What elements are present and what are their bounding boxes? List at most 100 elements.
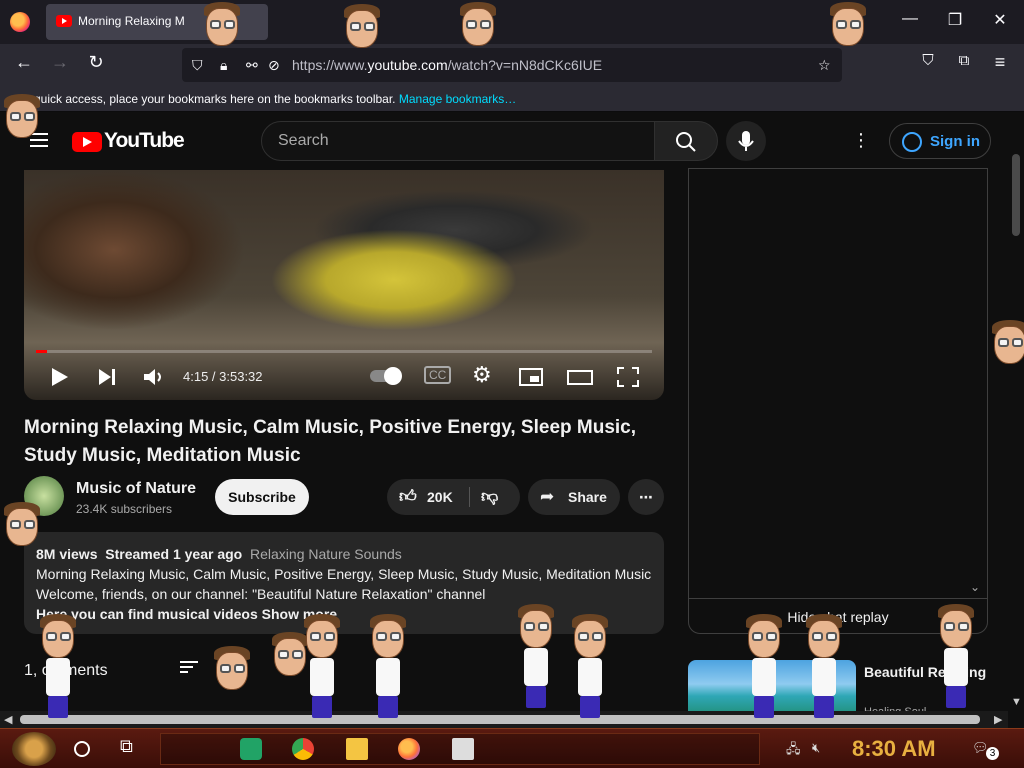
cortana-circle-icon[interactable] xyxy=(74,741,90,757)
youtube-favicon-icon xyxy=(56,15,72,27)
share-button[interactable]: ➦ Share xyxy=(528,479,620,515)
url-text[interactable]: https://www.youtube.com/watch?v=nN8dCKc6… xyxy=(292,57,602,73)
scroll-down-arrow-icon[interactable]: ▼ xyxy=(1011,696,1022,708)
file-explorer-icon[interactable] xyxy=(346,738,368,760)
forward-arrow-icon[interactable]: → xyxy=(48,52,72,73)
autoplay-toggle[interactable] xyxy=(370,367,402,385)
recommendation-title[interactable]: Beautiful Relaxing xyxy=(864,662,1004,682)
shield-icon[interactable]: ⛉ xyxy=(192,57,203,74)
search-icon xyxy=(676,132,696,152)
subscriber-count: 23.4K subscribers xyxy=(76,502,173,516)
back-arrow-icon[interactable]: ← xyxy=(12,52,36,73)
search-button[interactable] xyxy=(654,121,718,161)
scroll-right-arrow-icon[interactable]: ▶ xyxy=(994,713,1002,726)
autoplay-blocked-icon[interactable]: ⊘ xyxy=(268,57,280,74)
maximize-button[interactable]: ❐ xyxy=(945,10,965,30)
pocket-icon[interactable]: ⛉ xyxy=(916,52,940,69)
description-tag[interactable]: Relaxing Nature Sounds xyxy=(250,546,402,562)
vertical-scroll-thumb[interactable] xyxy=(1012,154,1020,236)
like-dislike-group: 👍︎ 20K 👎︎ xyxy=(387,479,520,515)
taskbar: ⧉ 🖧︎ 🔇︎ 8:30 AM 💬︎ 3 xyxy=(0,728,1024,768)
cartoon-sprite xyxy=(988,318,1024,370)
cartoon-sprite xyxy=(802,612,846,718)
start-button[interactable] xyxy=(12,732,56,766)
extensions-icon[interactable]: ⧉ xyxy=(952,52,976,69)
app-menu-icon[interactable]: ≡ xyxy=(988,52,1012,73)
bookmark-star-icon[interactable]: ☆ xyxy=(818,57,831,74)
description-meta: 8M views Streamed 1 year ago Relaxing Na… xyxy=(36,546,402,562)
miniplayer-icon[interactable] xyxy=(518,366,544,388)
youtube-logo-icon[interactable] xyxy=(72,132,102,152)
description-line: Here you can find musical videos Show mo… xyxy=(36,606,338,622)
volume-icon[interactable] xyxy=(142,366,166,388)
cartoon-sprite xyxy=(200,0,244,52)
cartoon-sprite xyxy=(514,602,558,708)
cartoon-sprite xyxy=(210,644,254,696)
video-title: Morning Relaxing Music, Calm Music, Posi… xyxy=(24,417,637,466)
search-input[interactable]: Search xyxy=(261,121,655,161)
browser-tab-strip: Morning Relaxing M — ❐ ✕ xyxy=(0,0,1024,44)
description-line: Morning Relaxing Music, Calm Music, Posi… xyxy=(36,566,652,582)
browser-navbar: ← → ↻ ⛉ 🔒︎ ⚯ ⊘ https://www.youtube.com/w… xyxy=(0,44,1024,86)
reload-icon[interactable]: ↻ xyxy=(84,52,108,73)
calculator-icon[interactable] xyxy=(452,738,474,760)
cartoon-sprite xyxy=(300,612,344,718)
youtube-logo-text[interactable]: YouTube xyxy=(104,129,185,153)
like-icon[interactable]: 👍︎ xyxy=(399,479,417,515)
bookmarks-toolbar: quick access, place your bookmarks here … xyxy=(0,86,1024,112)
firefox-taskbar-icon[interactable] xyxy=(398,738,420,760)
cartoon-sprite xyxy=(340,2,384,54)
bookmarks-hint: quick access, place your bookmarks here … xyxy=(34,92,517,106)
cartoon-sprite xyxy=(36,612,80,718)
tab-title: Morning Relaxing M xyxy=(78,14,185,28)
cartoon-sprite xyxy=(0,92,44,144)
cartoon-sprite xyxy=(456,0,500,52)
progress-bar[interactable] xyxy=(36,350,652,353)
subscribe-button[interactable]: Subscribe xyxy=(215,479,309,515)
like-count[interactable]: 20K xyxy=(427,479,453,515)
play-icon[interactable] xyxy=(48,366,70,388)
horizontal-scrollbar[interactable]: ◀ ▶ xyxy=(0,711,1008,728)
voice-search-button[interactable] xyxy=(726,121,766,161)
video-player[interactable]: 4:15 / 3:53:32 CC ⚙ xyxy=(24,170,664,400)
captions-icon[interactable]: CC xyxy=(424,366,452,384)
settings-gear-icon[interactable]: ⚙ xyxy=(472,362,492,388)
more-actions-button[interactable]: ⋯ xyxy=(628,479,664,515)
sign-in-button[interactable]: Sign in xyxy=(889,123,991,159)
close-window-button[interactable]: ✕ xyxy=(990,10,1010,30)
cartoon-sprite xyxy=(742,612,786,718)
sign-in-label: Sign in xyxy=(930,133,980,150)
theater-mode-icon[interactable] xyxy=(566,366,594,388)
chrome-icon[interactable] xyxy=(292,738,314,760)
description-line: Welcome, friends, on our channel: "Beaut… xyxy=(36,586,486,602)
volume-muted-icon[interactable]: 🔇︎ xyxy=(812,740,820,756)
share-icon: ➦ xyxy=(540,487,555,506)
share-label: Share xyxy=(568,489,607,505)
settings-kebab-icon[interactable]: ⋮ xyxy=(852,130,870,151)
cartoon-sprite xyxy=(568,612,612,718)
cartoon-sprite xyxy=(0,500,44,552)
progress-fill xyxy=(36,350,48,353)
fullscreen-icon[interactable] xyxy=(616,366,640,388)
manage-bookmarks-link[interactable]: Manage bookmarks… xyxy=(399,92,516,106)
taskbar-clock[interactable]: 8:30 AM xyxy=(852,736,936,762)
network-icon[interactable]: 🖧︎ xyxy=(786,740,801,762)
sort-icon[interactable] xyxy=(180,660,198,674)
cartoon-sprite xyxy=(366,612,410,718)
firefox-menu-icon[interactable] xyxy=(10,12,30,32)
horizontal-scroll-thumb[interactable] xyxy=(20,715,980,724)
sheets-app-icon[interactable] xyxy=(240,738,262,760)
permissions-icon[interactable]: ⚯ xyxy=(246,57,258,74)
chevron-down-icon[interactable]: ⌄ xyxy=(970,580,980,594)
task-view-icon[interactable]: ⧉ xyxy=(120,736,142,758)
dislike-icon[interactable]: 👎︎ xyxy=(481,479,498,515)
channel-name[interactable]: Music of Nature xyxy=(76,480,196,498)
account-icon xyxy=(902,132,922,152)
lock-icon[interactable]: 🔒︎ xyxy=(220,57,227,74)
chat-replay-panel xyxy=(688,168,988,634)
next-icon[interactable] xyxy=(96,366,118,388)
scroll-left-arrow-icon[interactable]: ◀ xyxy=(4,713,12,726)
url-bar[interactable]: ⛉ 🔒︎ ⚯ ⊘ https://www.youtube.com/watch?v… xyxy=(182,48,842,82)
vertical-scrollbar[interactable]: ▼ xyxy=(1008,112,1024,712)
minimize-button[interactable]: — xyxy=(900,10,920,28)
